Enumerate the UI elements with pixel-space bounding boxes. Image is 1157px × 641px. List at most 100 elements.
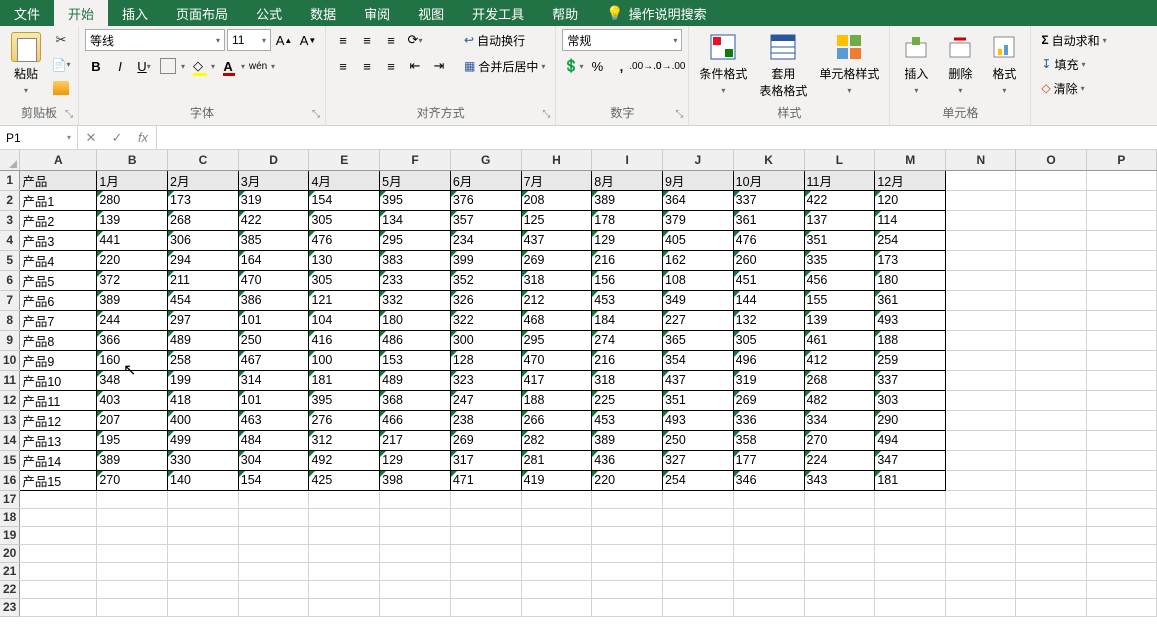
cell[interactable]: 266 (521, 410, 592, 430)
cell[interactable]: 489 (380, 370, 451, 390)
formula-input[interactable] (157, 126, 1157, 149)
cell[interactable]: 358 (733, 430, 804, 450)
cell[interactable]: 173 (168, 190, 239, 210)
cell[interactable] (168, 526, 239, 544)
cell[interactable] (168, 598, 239, 616)
cell[interactable]: 269 (521, 250, 592, 270)
align-right-icon[interactable]: ≡ (380, 55, 402, 77)
cell[interactable]: 451 (733, 270, 804, 290)
cell[interactable] (946, 250, 1016, 270)
cell[interactable]: 436 (592, 450, 663, 470)
cell[interactable] (1086, 210, 1156, 230)
row-header[interactable]: 16 (0, 470, 20, 490)
column-header[interactable]: J (662, 150, 733, 170)
cell[interactable] (238, 490, 309, 508)
cell[interactable]: 306 (168, 230, 239, 250)
cell[interactable] (1016, 170, 1086, 190)
tab-插入[interactable]: 插入 (108, 0, 162, 26)
column-header[interactable]: M (875, 150, 946, 170)
cell[interactable] (946, 526, 1016, 544)
tab-帮助[interactable]: 帮助 (538, 0, 592, 26)
cell[interactable]: 482 (804, 390, 875, 410)
cell[interactable]: 492 (309, 450, 380, 470)
cell[interactable] (804, 508, 875, 526)
row-header[interactable]: 20 (0, 544, 20, 562)
copy-button[interactable]: ▾ (50, 53, 72, 75)
clear-button[interactable]: ◇清除▾ (1037, 77, 1088, 99)
cell[interactable]: 405 (662, 230, 733, 250)
cell[interactable]: 357 (450, 210, 521, 230)
font-launcher-icon[interactable]: ⤡ (309, 109, 323, 123)
cell[interactable]: 128 (450, 350, 521, 370)
cell[interactable] (1016, 310, 1086, 330)
italic-button[interactable]: I (109, 55, 131, 77)
cell[interactable] (168, 562, 239, 580)
cell[interactable]: 361 (733, 210, 804, 230)
cell[interactable]: 130 (309, 250, 380, 270)
cell[interactable]: 101 (238, 390, 309, 410)
cell[interactable]: 352 (450, 270, 521, 290)
cell[interactable] (1016, 370, 1086, 390)
cell[interactable]: 181 (309, 370, 380, 390)
cell[interactable] (946, 410, 1016, 430)
cell[interactable]: 476 (309, 230, 380, 250)
cell[interactable]: 403 (97, 390, 168, 410)
cell[interactable]: 225 (592, 390, 663, 410)
cell[interactable]: 348 (97, 370, 168, 390)
cell[interactable]: 216 (592, 350, 663, 370)
cell[interactable] (168, 508, 239, 526)
cell[interactable] (1086, 562, 1156, 580)
cell[interactable] (875, 580, 946, 598)
row-header[interactable]: 10 (0, 350, 20, 370)
cell[interactable] (1086, 580, 1156, 598)
conditional-format-button[interactable]: 条件格式▾ (695, 29, 751, 98)
cell[interactable]: 484 (238, 430, 309, 450)
cell[interactable] (450, 580, 521, 598)
cell[interactable] (946, 598, 1016, 616)
cell[interactable]: 产品2 (20, 210, 97, 230)
row-header[interactable]: 4 (0, 230, 20, 250)
row-header[interactable]: 17 (0, 490, 20, 508)
cell[interactable]: 466 (380, 410, 451, 430)
cell[interactable] (1016, 450, 1086, 470)
cell[interactable]: 220 (592, 470, 663, 490)
cell[interactable] (1086, 370, 1156, 390)
cell[interactable]: 156 (592, 270, 663, 290)
cell[interactable]: 260 (733, 250, 804, 270)
percent-format-icon[interactable]: % (586, 55, 608, 77)
cell[interactable] (662, 598, 733, 616)
cell[interactable] (946, 310, 1016, 330)
cell[interactable]: 425 (309, 470, 380, 490)
cell[interactable] (592, 544, 663, 562)
cell[interactable]: 323 (450, 370, 521, 390)
cell[interactable]: 412 (804, 350, 875, 370)
align-top-icon[interactable]: ≡ (332, 29, 354, 51)
cell[interactable] (1086, 330, 1156, 350)
cell[interactable]: 产品14 (20, 450, 97, 470)
column-header[interactable]: E (309, 150, 380, 170)
cell[interactable]: 347 (875, 450, 946, 470)
cell[interactable]: 422 (238, 210, 309, 230)
cell[interactable]: 336 (733, 410, 804, 430)
font-color-button[interactable]: A (217, 55, 239, 77)
cell[interactable] (309, 508, 380, 526)
cell[interactable] (309, 580, 380, 598)
cell[interactable]: 121 (309, 290, 380, 310)
tab-开始[interactable]: 开始 (54, 0, 108, 26)
cell[interactable] (380, 580, 451, 598)
cell[interactable]: 300 (450, 330, 521, 350)
format-cells-button[interactable]: 格式▾ (984, 29, 1024, 98)
cell[interactable]: 305 (309, 210, 380, 230)
cell[interactable]: 162 (662, 250, 733, 270)
cell[interactable] (380, 508, 451, 526)
cell[interactable]: 5月 (380, 170, 451, 190)
align-middle-icon[interactable]: ≡ (356, 29, 378, 51)
cell[interactable] (733, 580, 804, 598)
cell[interactable]: 8月 (592, 170, 663, 190)
column-header[interactable]: B (97, 150, 168, 170)
font-name-combo[interactable]: 等线▾ (85, 29, 225, 51)
cell[interactable] (875, 544, 946, 562)
row-header[interactable]: 12 (0, 390, 20, 410)
cell[interactable]: 120 (875, 190, 946, 210)
cell[interactable]: 456 (804, 270, 875, 290)
